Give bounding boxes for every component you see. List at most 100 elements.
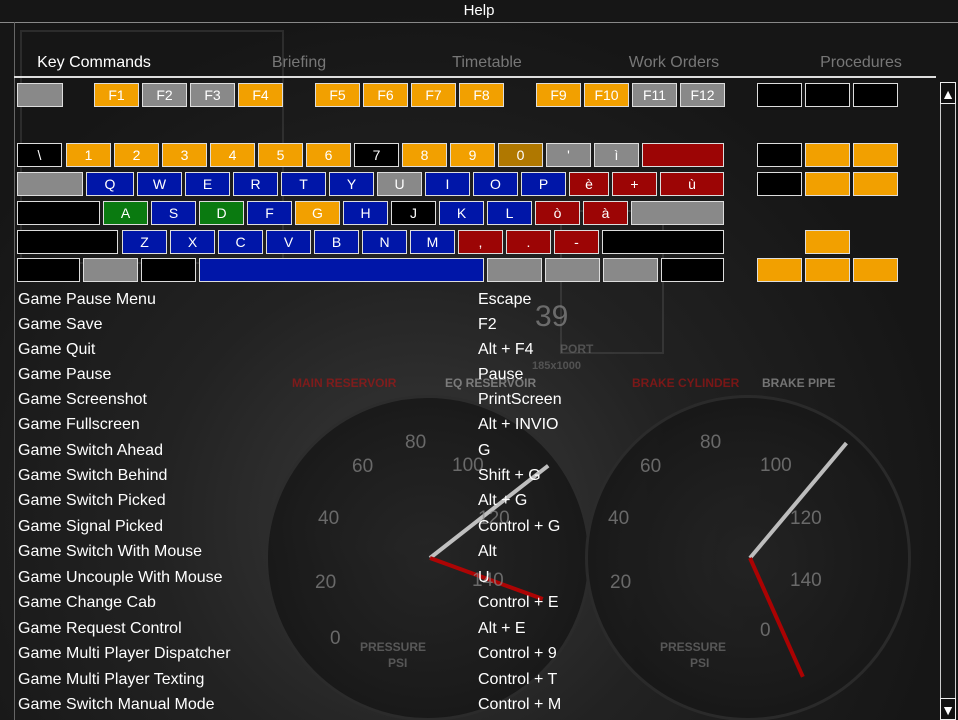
key-o-grave[interactable]: ò [535, 201, 580, 225]
key-printscreen[interactable] [757, 83, 802, 107]
key-u-grave[interactable]: ù [660, 172, 724, 196]
key-left-alt[interactable] [141, 258, 196, 282]
key-0[interactable]: 0 [498, 143, 543, 167]
key-arrow-up[interactable] [805, 230, 850, 254]
key-f1[interactable]: F1 [94, 83, 139, 107]
key-right-control[interactable] [661, 258, 724, 282]
key-home[interactable] [805, 143, 850, 167]
key-right-shift[interactable] [602, 230, 724, 254]
key-f11[interactable]: F11 [632, 83, 677, 107]
key-c[interactable]: C [218, 230, 263, 254]
key-t[interactable]: T [281, 172, 326, 196]
key-arrow-left[interactable] [757, 258, 802, 282]
key-m[interactable]: M [410, 230, 455, 254]
key-e[interactable]: E [185, 172, 230, 196]
key-delete[interactable] [757, 172, 802, 196]
key-z[interactable]: Z [122, 230, 167, 254]
key-left-shift[interactable] [17, 230, 118, 254]
key-right-windows[interactable] [545, 258, 600, 282]
key-e-grave[interactable]: è [569, 172, 609, 196]
key-u[interactable]: U [377, 172, 422, 196]
key-8[interactable]: 8 [402, 143, 447, 167]
key-j[interactable]: J [391, 201, 436, 225]
key-7[interactable]: 7 [354, 143, 399, 167]
key-backslash[interactable]: \ [17, 143, 62, 167]
key-f2[interactable]: F2 [142, 83, 187, 107]
key-g[interactable]: G [295, 201, 340, 225]
key-2[interactable]: 2 [114, 143, 159, 167]
scrollbar-track[interactable] [940, 82, 956, 720]
key-f5[interactable]: F5 [315, 83, 360, 107]
key-f3[interactable]: F3 [190, 83, 235, 107]
key-d[interactable]: D [199, 201, 244, 225]
scroll-down-icon[interactable]: ▼ [940, 698, 956, 720]
key-period[interactable]: . [506, 230, 551, 254]
key-comma[interactable]: , [458, 230, 503, 254]
key-minus[interactable]: - [554, 230, 599, 254]
key-enter[interactable] [631, 201, 724, 225]
key-menu[interactable] [603, 258, 658, 282]
key-i[interactable]: I [425, 172, 470, 196]
key-n[interactable]: N [362, 230, 407, 254]
key-y[interactable]: Y [329, 172, 374, 196]
key-v[interactable]: V [266, 230, 311, 254]
key-6[interactable]: 6 [306, 143, 351, 167]
key-plus[interactable]: + [612, 172, 657, 196]
key-f10[interactable]: F10 [584, 83, 629, 107]
key-left-control[interactable] [17, 258, 80, 282]
key-1[interactable]: 1 [66, 143, 111, 167]
key-f[interactable]: F [247, 201, 292, 225]
list-item: Game Signal Picked Control + G [18, 514, 918, 539]
key-w[interactable]: W [137, 172, 182, 196]
command-name: Game Signal Picked [18, 518, 163, 535]
key-apostrophe[interactable]: ' [546, 143, 591, 167]
key-3[interactable]: 3 [162, 143, 207, 167]
key-alt-gr[interactable] [487, 258, 542, 282]
key-p[interactable]: P [521, 172, 566, 196]
key-f12[interactable]: F12 [680, 83, 725, 107]
key-k[interactable]: K [439, 201, 484, 225]
key-o[interactable]: O [473, 172, 518, 196]
key-a-grave[interactable]: à [583, 201, 628, 225]
key-f8[interactable]: F8 [459, 83, 504, 107]
key-4[interactable]: 4 [210, 143, 255, 167]
key-escape[interactable] [17, 83, 63, 107]
key-5[interactable]: 5 [258, 143, 303, 167]
scroll-up-icon[interactable]: ▲ [940, 82, 956, 104]
key-f9[interactable]: F9 [536, 83, 581, 107]
key-pause[interactable] [853, 83, 898, 107]
tab-briefing[interactable]: Briefing [224, 50, 374, 76]
key-l[interactable]: L [487, 201, 532, 225]
key-left-windows[interactable] [83, 258, 138, 282]
key-s[interactable]: S [151, 201, 196, 225]
key-arrow-right[interactable] [853, 258, 898, 282]
tab-timetable[interactable]: Timetable [412, 50, 562, 76]
key-space[interactable] [199, 258, 484, 282]
vertical-scrollbar[interactable]: ▲ ▼ [938, 82, 958, 720]
key-pagedown[interactable] [853, 172, 898, 196]
key-scrolllock[interactable] [805, 83, 850, 107]
tab-procedures[interactable]: Procedures [786, 50, 936, 76]
list-item: Game Switch Manual Mode Control + M [18, 692, 918, 717]
key-f7[interactable]: F7 [411, 83, 456, 107]
key-r[interactable]: R [233, 172, 278, 196]
key-end[interactable] [805, 172, 850, 196]
command-name: Game Uncouple With Mouse [18, 569, 223, 586]
tab-key-commands[interactable]: Key Commands [14, 50, 174, 76]
key-tab[interactable] [17, 172, 83, 196]
key-x[interactable]: X [170, 230, 215, 254]
key-9[interactable]: 9 [450, 143, 495, 167]
key-f6[interactable]: F6 [363, 83, 408, 107]
key-arrow-down[interactable] [805, 258, 850, 282]
key-pageup[interactable] [853, 143, 898, 167]
key-a[interactable]: A [103, 201, 148, 225]
key-insert[interactable] [757, 143, 802, 167]
key-capslock[interactable] [17, 201, 100, 225]
tab-work-orders[interactable]: Work Orders [599, 50, 749, 76]
key-i-grave[interactable]: ì [594, 143, 639, 167]
key-q[interactable]: Q [86, 172, 134, 196]
key-f4[interactable]: F4 [238, 83, 283, 107]
key-b[interactable]: B [314, 230, 359, 254]
key-backspace[interactable] [642, 143, 724, 167]
key-h[interactable]: H [343, 201, 388, 225]
